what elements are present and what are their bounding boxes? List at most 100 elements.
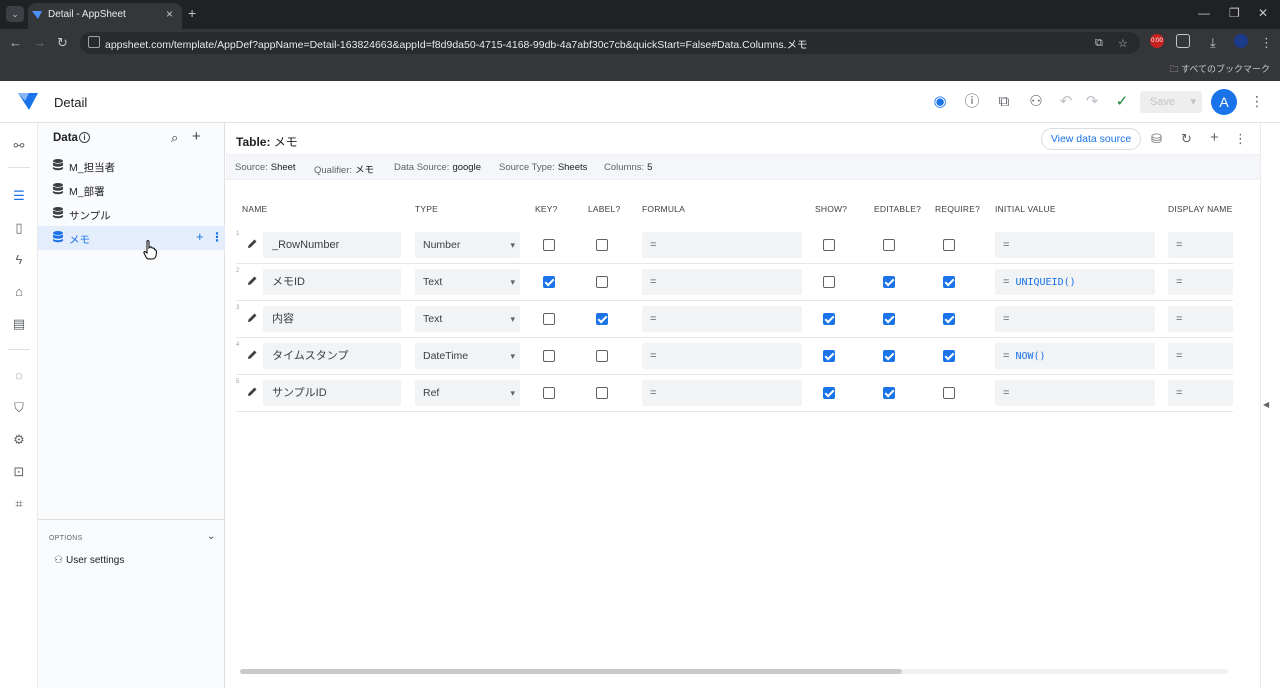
copy-app-icon[interactable]: ⧉ bbox=[994, 92, 1014, 112]
show-checkbox[interactable] bbox=[823, 387, 835, 399]
all-bookmarks[interactable]: 🗀 すべてのブックマーク bbox=[1169, 62, 1270, 78]
label-checkbox[interactable] bbox=[596, 276, 608, 288]
show-checkbox[interactable] bbox=[823, 350, 835, 362]
show-checkbox[interactable] bbox=[823, 276, 835, 288]
view-data-source-button[interactable]: View data source bbox=[1041, 128, 1141, 150]
column-type-select[interactable]: Ref bbox=[415, 380, 520, 406]
display-name-field[interactable]: = bbox=[1168, 232, 1233, 258]
table-more-icon[interactable]: ⋮ bbox=[211, 230, 223, 244]
initial-value-field[interactable]: = UNIQUEID() bbox=[995, 269, 1155, 295]
label-checkbox[interactable] bbox=[596, 350, 608, 362]
horizontal-scrollbar-thumb[interactable] bbox=[240, 669, 902, 674]
chat-icon[interactable]: ▤ bbox=[10, 315, 28, 333]
profile-icon[interactable] bbox=[1234, 34, 1248, 48]
edit-pencil-icon[interactable] bbox=[247, 238, 258, 249]
learn-cap-icon[interactable]: ⌗ bbox=[10, 495, 28, 513]
check-icon[interactable]: ✓ bbox=[1112, 92, 1132, 112]
editable-checkbox[interactable] bbox=[883, 239, 895, 251]
column-name-field[interactable]: メモID bbox=[263, 269, 401, 295]
require-checkbox[interactable] bbox=[943, 239, 955, 251]
regenerate-schema-icon[interactable]: ⛁ bbox=[1151, 131, 1162, 147]
formula-field[interactable]: = bbox=[642, 306, 802, 332]
table-item[interactable]: M_担当者 bbox=[38, 154, 225, 178]
label-checkbox[interactable] bbox=[596, 239, 608, 251]
tab-close-icon[interactable]: × bbox=[166, 7, 173, 21]
column-type-select[interactable]: DateTime bbox=[415, 343, 520, 369]
new-tab-icon[interactable]: + bbox=[188, 5, 196, 21]
label-checkbox[interactable] bbox=[596, 313, 608, 325]
security-shield-icon[interactable]: ⛉ bbox=[10, 399, 28, 417]
intelligence-bulb-icon[interactable]: ◌ bbox=[10, 367, 28, 385]
extension-timer-icon[interactable]: 0:00 bbox=[1150, 34, 1164, 48]
table-menu-icon[interactable]: ⋮ bbox=[1234, 131, 1247, 147]
save-button[interactable]: Save bbox=[1140, 91, 1202, 113]
views-phone-icon[interactable]: ▯ bbox=[10, 219, 28, 237]
browser-menu-icon[interactable]: ⋮ bbox=[1260, 35, 1273, 51]
display-name-field[interactable]: = bbox=[1168, 306, 1233, 332]
editable-checkbox[interactable] bbox=[883, 387, 895, 399]
search-icon[interactable]: ⌕ bbox=[171, 130, 178, 146]
undo-icon[interactable]: ↶ bbox=[1056, 92, 1076, 112]
edit-pencil-icon[interactable] bbox=[247, 386, 258, 397]
tab-search-button[interactable]: ⌄ bbox=[6, 6, 24, 22]
label-checkbox[interactable] bbox=[596, 387, 608, 399]
show-checkbox[interactable] bbox=[823, 313, 835, 325]
help-icon[interactable]: ⓘ bbox=[962, 92, 982, 112]
add-column-icon[interactable]: + bbox=[1210, 129, 1219, 146]
data-icon[interactable]: ☰ bbox=[10, 187, 28, 205]
collapse-panel-icon[interactable]: ◀ bbox=[1263, 400, 1269, 409]
column-type-select[interactable]: Text bbox=[415, 269, 520, 295]
initial-value-field[interactable]: = bbox=[995, 380, 1155, 406]
display-name-field[interactable]: = bbox=[1168, 343, 1233, 369]
restore-icon[interactable]: ❐ bbox=[1229, 6, 1240, 20]
require-checkbox[interactable] bbox=[943, 313, 955, 325]
initial-value-field[interactable]: = bbox=[995, 306, 1155, 332]
automation-icon[interactable]: ⌂ bbox=[10, 283, 28, 301]
key-checkbox[interactable] bbox=[543, 313, 555, 325]
horizontal-scrollbar[interactable] bbox=[240, 669, 1228, 674]
settings-gear-icon[interactable]: ⚙ bbox=[10, 431, 28, 449]
user-settings-item[interactable]: ⚇ User settings bbox=[54, 555, 124, 566]
show-checkbox[interactable] bbox=[823, 239, 835, 251]
back-icon[interactable]: ← bbox=[9, 35, 22, 50]
require-checkbox[interactable] bbox=[943, 387, 955, 399]
extensions-puzzle-icon[interactable] bbox=[1176, 34, 1190, 48]
editable-checkbox[interactable] bbox=[883, 313, 895, 325]
reload-icon[interactable]: ↻ bbox=[57, 35, 68, 51]
initial-value-field[interactable]: = NOW() bbox=[995, 343, 1155, 369]
add-column-icon[interactable]: + bbox=[196, 229, 204, 244]
require-checkbox[interactable] bbox=[943, 350, 955, 362]
column-name-field[interactable]: _RowNumber bbox=[263, 232, 401, 258]
column-name-field[interactable]: 内容 bbox=[263, 306, 401, 332]
column-type-select[interactable]: Text bbox=[415, 306, 520, 332]
monitor-icon[interactable]: ⊡ bbox=[10, 463, 28, 481]
editable-checkbox[interactable] bbox=[883, 350, 895, 362]
formula-field[interactable]: = bbox=[642, 380, 802, 406]
column-name-field[interactable]: タイムスタンプ bbox=[263, 343, 401, 369]
actions-bolt-icon[interactable]: ϟ bbox=[10, 251, 28, 269]
edit-pencil-icon[interactable] bbox=[247, 312, 258, 323]
address-bar[interactable]: appsheet.com/template/AppDef?appName=Det… bbox=[80, 32, 1140, 54]
site-info-icon[interactable] bbox=[88, 36, 100, 48]
edit-pencil-icon[interactable] bbox=[247, 275, 258, 286]
key-checkbox[interactable] bbox=[543, 350, 555, 362]
key-checkbox[interactable] bbox=[543, 239, 555, 251]
preview-icon[interactable]: ◉ bbox=[930, 92, 950, 112]
key-checkbox[interactable] bbox=[543, 387, 555, 399]
table-item[interactable]: M_部署 bbox=[38, 178, 225, 202]
formula-field[interactable]: = bbox=[642, 343, 802, 369]
window-close-icon[interactable]: ✕ bbox=[1258, 6, 1268, 20]
column-type-select[interactable]: Number bbox=[415, 232, 520, 258]
column-name-field[interactable]: サンプルID bbox=[263, 380, 401, 406]
info-icon[interactable]: i bbox=[79, 132, 90, 143]
redo-icon[interactable]: ↷ bbox=[1082, 92, 1102, 112]
table-item-selected[interactable]: メモ + ⋮ bbox=[38, 226, 225, 250]
formula-field[interactable]: = bbox=[642, 232, 802, 258]
chevron-down-icon[interactable]: ⌄ bbox=[207, 531, 215, 542]
refresh-icon[interactable]: ↻ bbox=[1181, 131, 1192, 147]
bookmark-star-icon[interactable]: ☆ bbox=[1118, 37, 1128, 50]
minimize-icon[interactable]: — bbox=[1198, 6, 1210, 20]
key-checkbox[interactable] bbox=[543, 276, 555, 288]
edit-pencil-icon[interactable] bbox=[247, 349, 258, 360]
avatar[interactable]: A bbox=[1211, 89, 1237, 115]
